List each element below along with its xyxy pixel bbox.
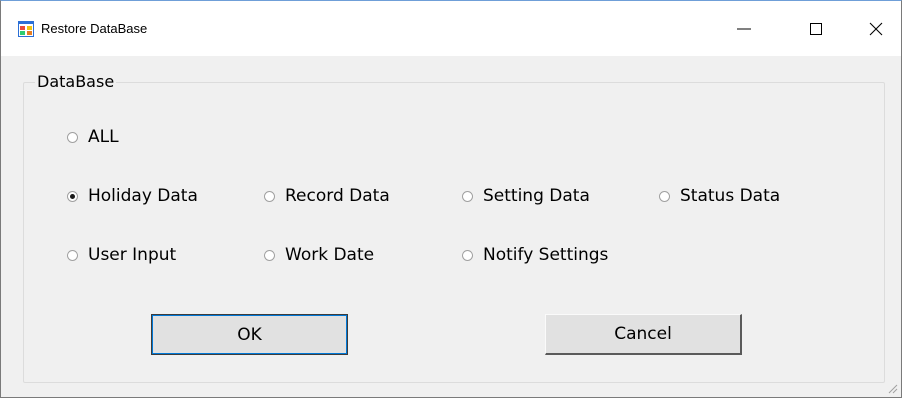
radio-circle-icon[interactable] bbox=[264, 249, 275, 261]
radio-circle-icon[interactable] bbox=[67, 249, 78, 261]
ok-button[interactable]: OK bbox=[151, 314, 348, 355]
radio-work-date[interactable]: Work Date bbox=[264, 243, 374, 267]
radio-record-data[interactable]: Record Data bbox=[264, 184, 390, 208]
radio-circle-icon[interactable] bbox=[67, 190, 78, 202]
radio-setting-data[interactable]: Setting Data bbox=[462, 184, 590, 208]
radio-notify-settings[interactable]: Notify Settings bbox=[462, 243, 608, 267]
maximize-button[interactable] bbox=[793, 1, 839, 56]
resize-grip-icon[interactable] bbox=[886, 382, 898, 394]
radio-circle-icon[interactable] bbox=[264, 190, 275, 202]
radio-holiday-data-label: Holiday Data bbox=[88, 186, 198, 206]
close-button[interactable] bbox=[853, 1, 899, 56]
cancel-button[interactable]: Cancel bbox=[545, 314, 742, 355]
app-window-icon bbox=[18, 21, 34, 37]
radio-user-input-label: User Input bbox=[88, 245, 177, 265]
title-bar[interactable]: Restore DataBase bbox=[1, 1, 901, 56]
minimize-button[interactable] bbox=[721, 1, 767, 56]
radio-work-date-label: Work Date bbox=[285, 245, 375, 265]
radio-setting-data-label: Setting Data bbox=[483, 186, 590, 206]
window-title: Restore DataBase bbox=[41, 21, 148, 36]
radio-circle-icon[interactable] bbox=[462, 249, 473, 261]
radio-circle-icon[interactable] bbox=[659, 190, 670, 202]
restore-database-window: Restore DataBase DataBase ALL Holiday Da… bbox=[0, 0, 902, 398]
radio-all-label: ALL bbox=[88, 127, 119, 147]
radio-circle-icon[interactable] bbox=[67, 131, 78, 143]
radio-all[interactable]: ALL bbox=[67, 125, 119, 149]
close-icon bbox=[869, 22, 883, 35]
radio-holiday-data[interactable]: Holiday Data bbox=[67, 184, 198, 208]
radio-status-data[interactable]: Status Data bbox=[659, 184, 780, 208]
radio-status-data-label: Status Data bbox=[680, 186, 781, 206]
radio-user-input[interactable]: User Input bbox=[67, 243, 176, 267]
groupbox-label: DataBase bbox=[35, 72, 117, 92]
maximize-icon bbox=[810, 22, 822, 35]
radio-record-data-label: Record Data bbox=[285, 186, 390, 206]
radio-notify-settings-label: Notify Settings bbox=[483, 245, 609, 265]
radio-circle-icon[interactable] bbox=[462, 190, 473, 202]
minimize-icon bbox=[737, 28, 751, 29]
